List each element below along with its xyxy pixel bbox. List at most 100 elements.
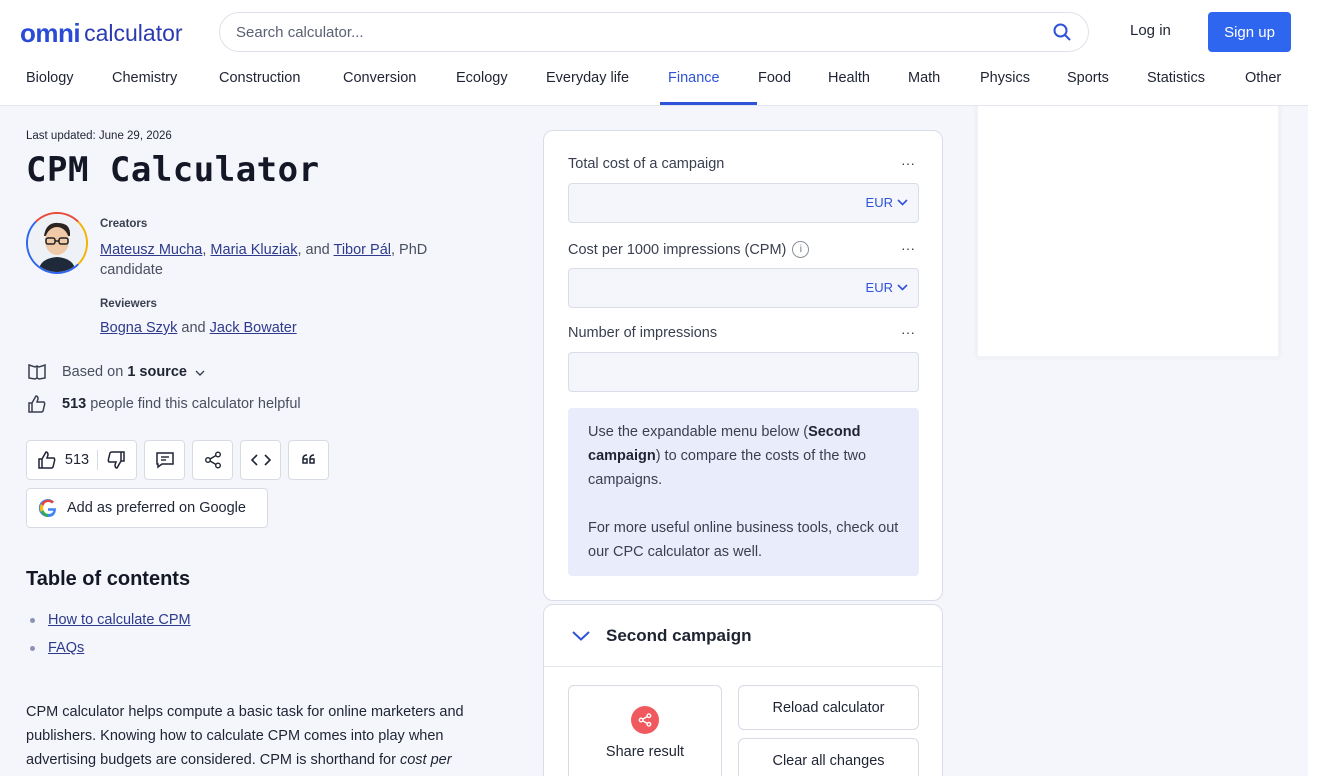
nav-statistics[interactable]: Statistics [1147,70,1205,86]
dislike-button[interactable] [106,450,126,470]
creator-link-2[interactable]: Maria Kluziak [210,242,297,258]
and-text: and [305,242,330,258]
clear-changes-button[interactable]: Clear all changes [738,738,919,776]
sources-count[interactable]: 1 source [127,364,187,380]
unit-label: EUR [865,195,893,210]
search-icon[interactable] [1052,22,1072,42]
toc-link-how-to[interactable]: How to calculate CPM [48,612,191,628]
logo-calculator-text: calculator [84,19,183,46]
last-updated-date: June 29, 2026 [98,130,172,142]
share-icon [631,706,659,734]
second-campaign-toggle[interactable]: Second campaign [544,605,942,667]
code-icon [250,454,271,466]
cpm-menu-icon[interactable]: ··· [901,240,915,256]
toc-item: FAQs [30,640,84,656]
info-icon[interactable]: i [792,241,810,258]
signup-button[interactable]: Sign up [1208,12,1291,52]
nav-physics[interactable]: Physics [980,70,1030,86]
search-bar[interactable]: Search calculator... [219,12,1089,52]
nav-food[interactable]: Food [758,70,791,86]
nav-construction[interactable]: Construction [219,70,300,86]
toc-item: How to calculate CPM [30,612,191,628]
helpful-text: people find this calculator helpful [90,396,301,412]
nav-sports[interactable]: Sports [1067,70,1109,86]
reload-calculator-button[interactable]: Reload calculator [738,685,919,730]
second-campaign-panel: Second campaign Share result Reload calc… [543,604,943,776]
intro-paragraph: CPM calculator helps compute a basic tas… [26,700,516,772]
quote-icon [301,454,315,464]
creator-avatar [26,212,88,274]
chevron-down-icon[interactable] [195,364,205,380]
share-result-label: Share result [605,744,685,760]
total-cost-menu-icon[interactable]: ··· [901,155,915,171]
share-icon [204,451,221,469]
impressions-label: Number of impressions [568,325,718,341]
and-text-2: and [181,320,206,336]
nav-everyday-life[interactable]: Everyday life [546,70,629,86]
feedback-button[interactable] [144,440,185,480]
omni-logo[interactable]: omni calculator [20,18,183,48]
creator-link-1[interactable]: Mateusz Mucha [100,242,202,258]
logo-omni-text: omni [20,17,81,48]
cpm-unit-select[interactable]: EUR [866,280,908,295]
site-header: omni calculator Search calculator... Log… [0,0,1308,106]
impressions-input[interactable] [568,352,919,392]
total-cost-label: Total cost of a campaign [568,156,725,172]
impressions-menu-icon[interactable]: ··· [901,324,915,340]
creators-label: Creators [100,218,148,230]
note-paragraph-2: For more useful online business tools, c… [588,520,899,560]
nav-conversion[interactable]: Conversion [343,70,416,86]
share-result-button[interactable]: Share result [568,685,722,776]
chevron-down-icon [897,199,908,206]
based-on-label: Based on [62,364,124,380]
bullet [30,617,35,623]
nav-other[interactable]: Other [1245,70,1281,86]
cite-button[interactable] [288,440,329,480]
total-cost-unit-select[interactable]: EUR [866,195,908,210]
book-icon [26,361,48,383]
sources-row[interactable]: Based on 1 source [26,361,205,383]
nav-chemistry[interactable]: Chemistry [112,70,177,86]
category-nav: Biology Chemistry Construction Conversio… [0,58,1308,106]
calculator-panel: Total cost of a campaign ··· EUR Cost pe… [543,130,943,601]
login-link[interactable]: Log in [1130,22,1171,39]
like-button[interactable]: 513 [37,450,89,470]
reviewer-link-1[interactable]: Bogna Szyk [100,320,177,336]
creators-list: Mateusz Mucha, Maria Kluziak, and Tibor … [100,242,428,278]
scrollbar[interactable] [1308,0,1322,776]
bullet [30,645,35,651]
divider [97,450,99,470]
last-updated: Last updated: June 29, 2026 [26,130,172,142]
nav-finance[interactable]: Finance [668,70,720,86]
creator-link-3[interactable]: Tibor Pál [334,242,391,258]
nav-ecology[interactable]: Ecology [456,70,508,86]
cpm-label: Cost per 1000 impressions (CPM) i [568,241,810,258]
note-text: Use the expandable menu below ( [588,424,809,440]
like-count: 513 [64,452,90,468]
page-title: CPM Calculator [26,150,320,190]
share-button[interactable] [192,440,233,480]
cpm-label-text: Cost per 1000 impressions (CPM) [568,241,787,258]
comment-icon [155,452,174,469]
google-button-label: Add as preferred on Google [67,500,246,516]
search-input[interactable]: Search calculator... [236,24,1052,41]
cpm-input[interactable]: EUR [568,268,919,308]
toc-link-faqs[interactable]: FAQs [48,640,84,656]
note-paragraph-1: Use the expandable menu below (Second ca… [588,420,899,492]
second-campaign-title: Second campaign [606,625,752,645]
ad-placeholder [974,106,1282,360]
helpful-count: 513 [62,396,87,412]
nav-math[interactable]: Math [908,70,940,86]
reviewers-list: Bogna Szyk and Jack Bowater [100,320,297,336]
reviewer-link-2[interactable]: Jack Bowater [210,320,297,336]
last-updated-label: Last updated: [26,130,96,142]
intro-italic: cost per [399,752,452,768]
embed-button[interactable] [240,440,281,480]
thumbs-up-icon [26,393,48,415]
nav-health[interactable]: Health [828,70,870,86]
google-preferred-button[interactable]: Add as preferred on Google [26,488,268,528]
total-cost-input[interactable]: EUR [568,183,919,223]
info-note: Use the expandable menu below (Second ca… [568,408,919,576]
nav-biology[interactable]: Biology [26,70,74,86]
chevron-down-icon [897,284,908,291]
